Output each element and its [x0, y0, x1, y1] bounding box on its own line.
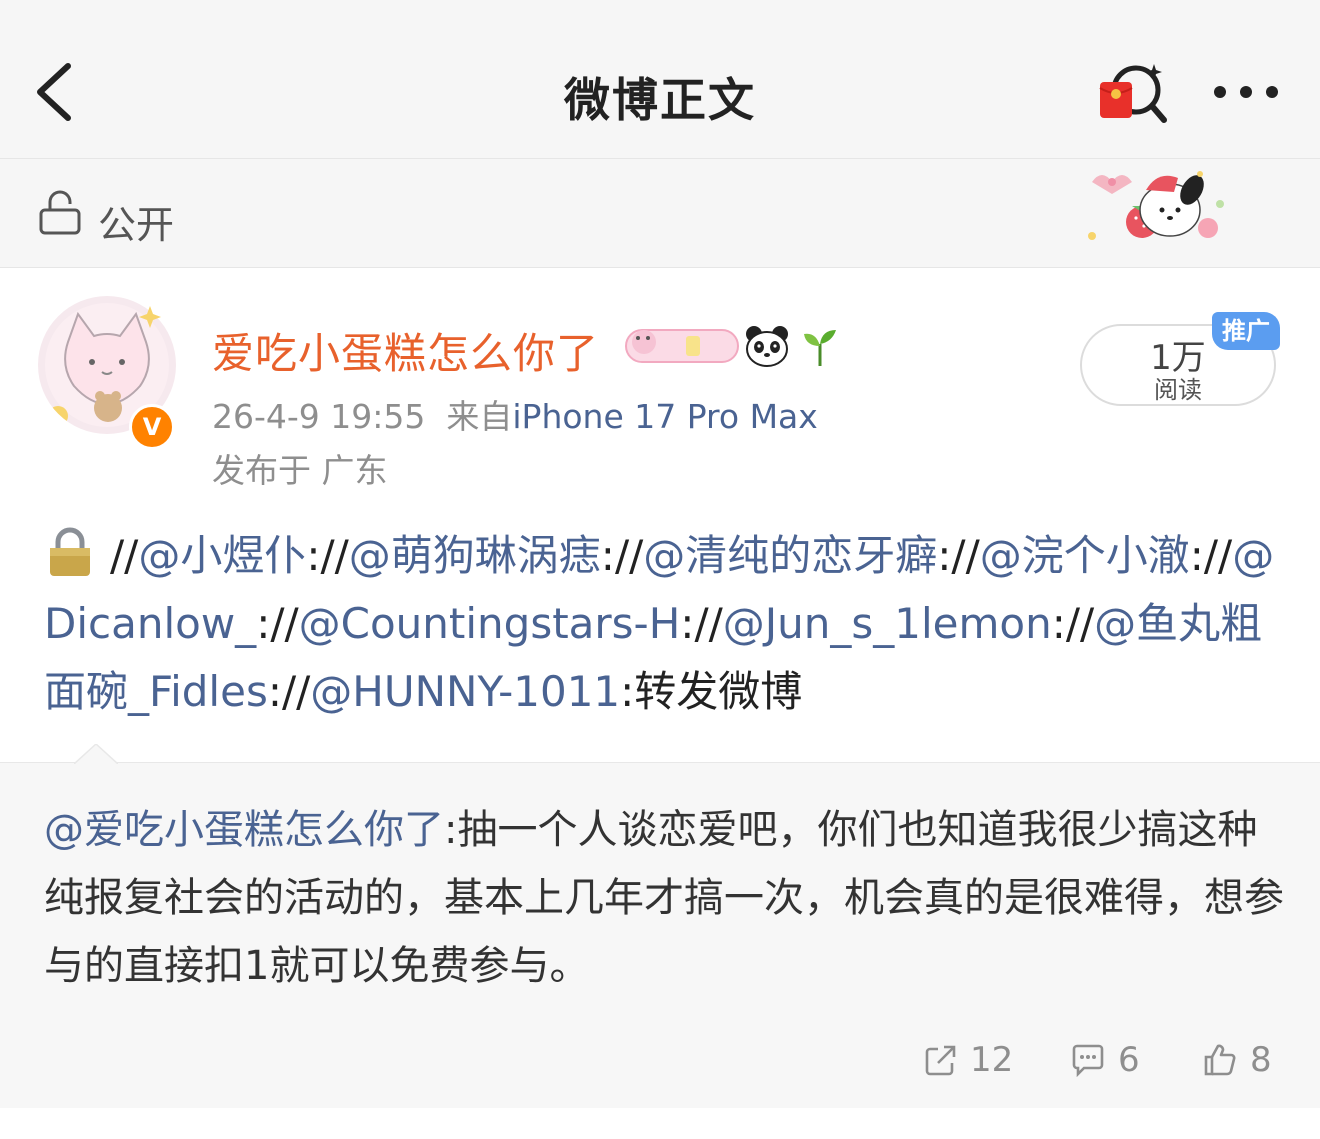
- sprout-icon: [804, 330, 836, 366]
- promote-badge[interactable]: 推广: [1212, 312, 1280, 350]
- mention-link[interactable]: @清纯的恋牙癖: [643, 531, 937, 580]
- post-text-segment: ://: [937, 531, 980, 580]
- share-icon: [925, 1045, 956, 1076]
- username[interactable]: 爱吃小蛋糕怎么你了: [212, 320, 599, 381]
- share-button[interactable]: 12: [924, 1040, 1013, 1084]
- retweet-author[interactable]: @爱吃小蛋糕怎么你了: [44, 807, 444, 853]
- post-text-segment: :转发微博: [620, 667, 803, 716]
- share-count: 12: [970, 1040, 1014, 1080]
- post-text-segment: //: [110, 531, 139, 580]
- verified-badge: V: [129, 404, 175, 450]
- post-source[interactable]: iPhone 17 Pro Max: [512, 397, 817, 436]
- like-count: 8: [1250, 1040, 1272, 1080]
- mention-link[interactable]: @Jun_s_1lemon: [723, 599, 1052, 648]
- more-dots-icon[interactable]: [1208, 78, 1284, 106]
- mention-link[interactable]: @萌狗琳涡痣: [349, 531, 601, 580]
- comment-icon: [1072, 1044, 1104, 1078]
- mention-link[interactable]: @Countingstars-H: [299, 599, 681, 648]
- post-text-segment: ://: [600, 531, 644, 580]
- post-time: 26-4-9 19:55: [212, 397, 426, 436]
- comment-count: 6: [1118, 1040, 1140, 1080]
- lock-open-icon: [39, 190, 81, 235]
- post-text-segment: ://: [256, 599, 299, 648]
- post-text-segment: ://: [306, 531, 349, 580]
- post-meta: 26-4-9 19:55 来自iPhone 17 Pro Max: [212, 390, 818, 438]
- pochacco-sticker-icon: [1088, 171, 1224, 240]
- thumbs-up-icon: [1204, 1044, 1236, 1076]
- fan-badge-icon: [625, 329, 739, 363]
- panda-icon: [746, 326, 788, 367]
- comment-button[interactable]: 6: [1070, 1040, 1140, 1084]
- post-text: //@小煜仆://@萌狗琳涡痣://@清纯的恋牙癖://@浣个小澈://@Dic…: [44, 522, 1284, 726]
- post-text-segment: ://: [1189, 531, 1233, 580]
- post-location: 发布于 广东: [212, 451, 388, 490]
- retweet-pointer: [74, 744, 118, 764]
- visibility-label: 公开: [98, 203, 175, 247]
- mention-link[interactable]: @HUNNY-1011: [310, 667, 620, 716]
- mention-link[interactable]: @小煜仆: [138, 531, 306, 580]
- post-text-segment: ://: [267, 667, 311, 716]
- source-prefix: 来自: [446, 397, 513, 436]
- post-segments: //@小煜仆://@萌狗琳涡痣://@清纯的恋牙癖://@浣个小澈://@Dic…: [44, 531, 1274, 716]
- post-text-segment: ://: [1051, 599, 1095, 648]
- red-packet-search-icon[interactable]: [1096, 58, 1168, 126]
- read-label: 阅读: [1154, 376, 1202, 404]
- retweet-text: @爱吃小蛋糕怎么你了:抽一个人谈恋爱吧，你们也知道我很少搞这种纯报复社会的活动的…: [44, 796, 1284, 1000]
- lock-emoji-icon: [50, 527, 90, 576]
- like-button[interactable]: 8: [1202, 1040, 1272, 1084]
- bottom-strip: [0, 1108, 1320, 1139]
- mention-link[interactable]: @浣个小澈: [980, 531, 1190, 580]
- post-text-segment: ://: [680, 599, 723, 648]
